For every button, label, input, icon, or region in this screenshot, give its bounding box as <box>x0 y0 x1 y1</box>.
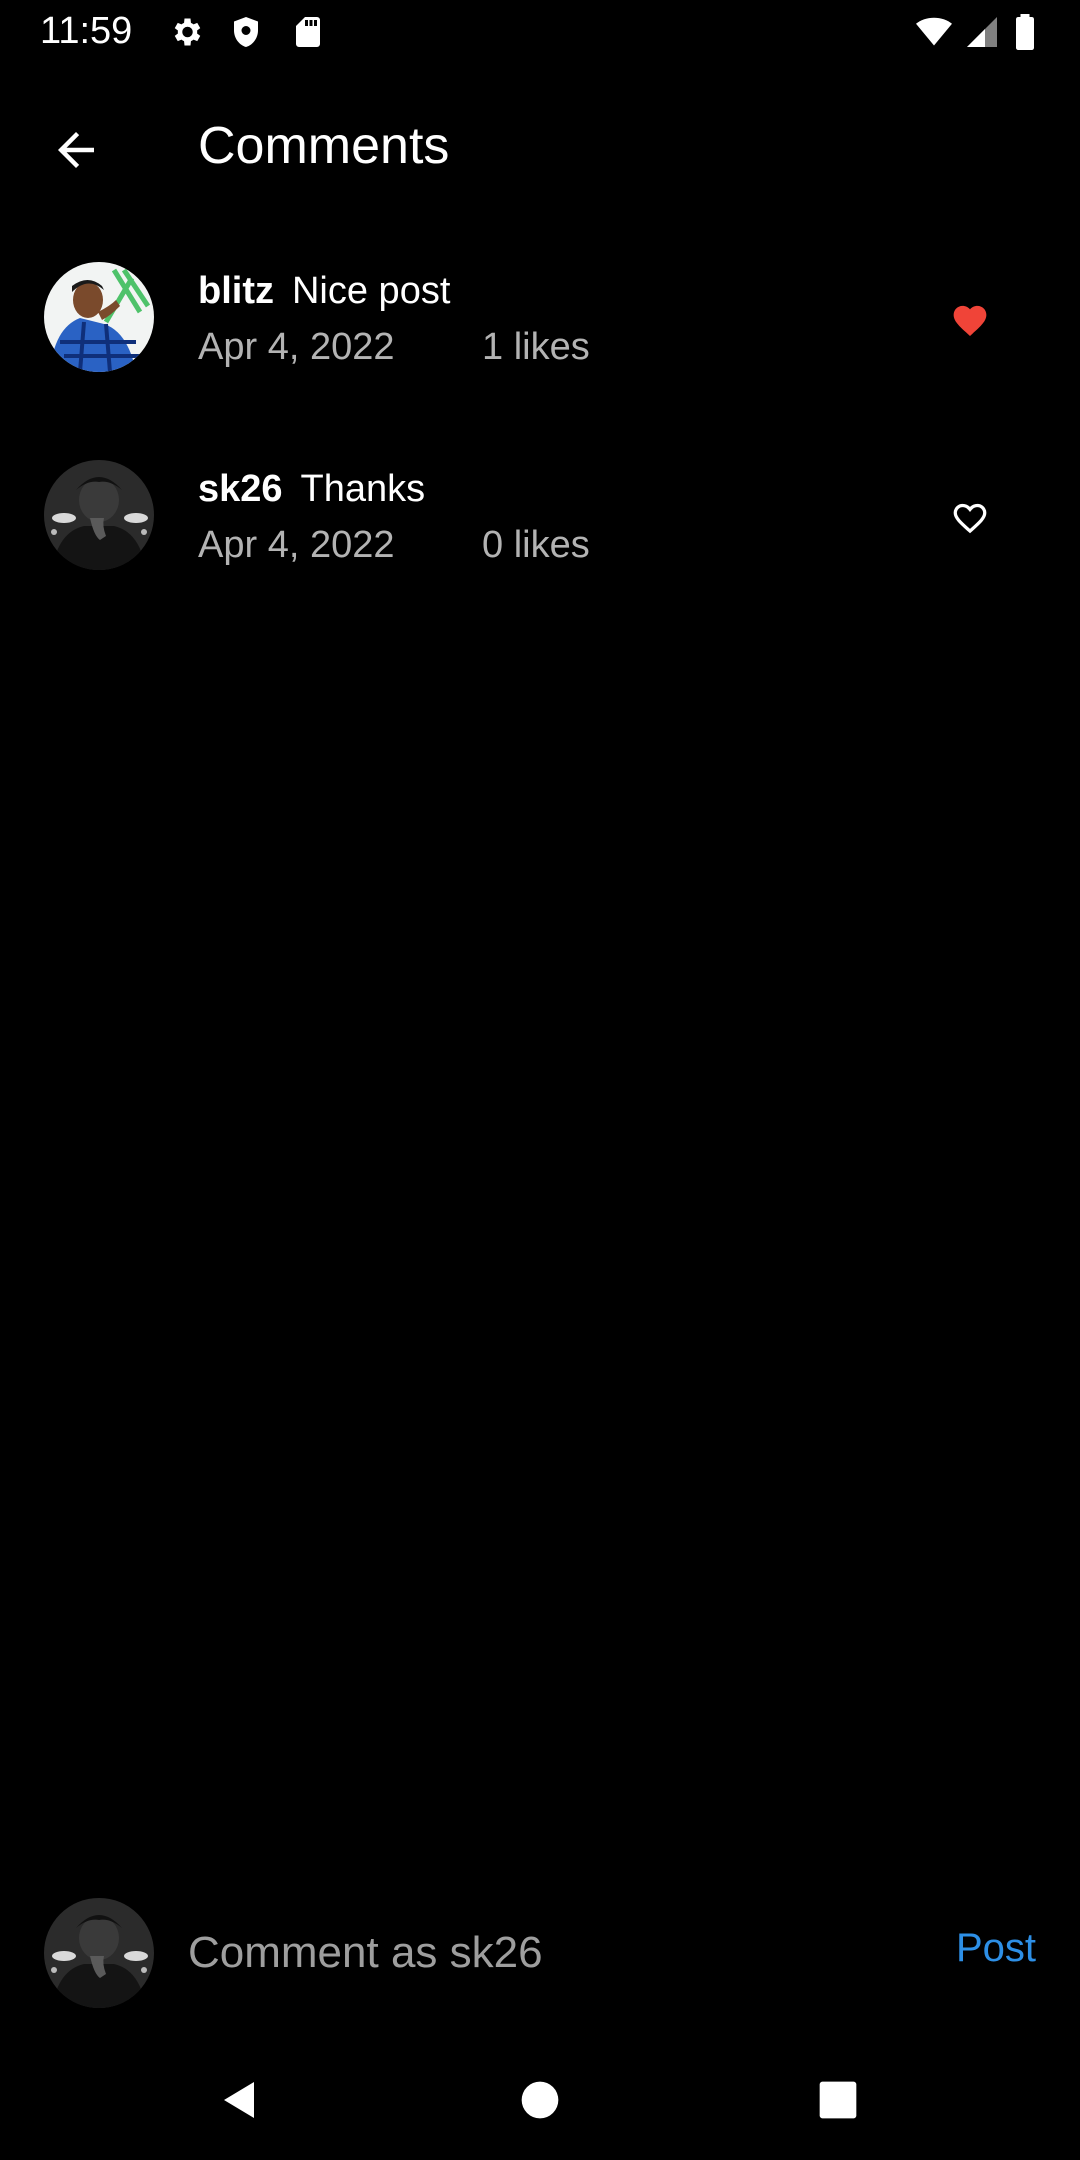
signal-icon <box>964 14 1000 50</box>
comment-text: Thanks <box>300 468 426 510</box>
comments-list: blitz Nice post Apr 4, 2022 1 likes sk26… <box>0 240 1080 636</box>
status-time: 11:59 <box>40 10 133 52</box>
shield-icon <box>228 14 264 50</box>
heart-filled-icon <box>953 305 987 337</box>
comment-item: blitz Nice post Apr 4, 2022 1 likes <box>0 240 1080 438</box>
comment-username[interactable]: blitz <box>198 270 274 312</box>
arrow-left-icon <box>58 132 94 168</box>
comment-username[interactable]: sk26 <box>198 468 283 510</box>
back-button[interactable] <box>40 114 112 186</box>
avatar[interactable] <box>44 262 154 372</box>
heart-outline-icon <box>953 503 987 534</box>
like-button[interactable] <box>942 492 998 542</box>
avatar[interactable] <box>44 460 154 570</box>
square-recents-icon <box>819 2081 857 2119</box>
status-bar: 11:59 <box>0 0 1080 66</box>
comment-likes-count[interactable]: 1 likes <box>482 326 590 368</box>
avatar <box>44 1898 154 2008</box>
navigation-bar <box>0 2040 1080 2160</box>
app-bar: Comments <box>0 66 1080 222</box>
comment-item: sk26 Thanks Apr 4, 2022 0 likes <box>0 438 1080 636</box>
page-title: Comments <box>198 117 450 175</box>
comment-date: Apr 4, 2022 <box>198 524 395 566</box>
comment-composer: Post <box>0 1890 1080 2014</box>
post-button[interactable]: Post <box>956 1926 1036 1971</box>
battery-icon <box>1014 14 1038 50</box>
wifi-icon <box>914 14 958 50</box>
gear-icon <box>168 14 204 50</box>
nav-back-button[interactable] <box>200 2060 280 2140</box>
nav-home-button[interactable] <box>500 2060 580 2140</box>
nav-recents-button[interactable] <box>798 2060 878 2140</box>
like-button[interactable] <box>942 294 998 344</box>
comment-text: Nice post <box>291 270 451 312</box>
triangle-back-icon <box>224 2082 254 2118</box>
comment-date: Apr 4, 2022 <box>198 326 395 368</box>
comment-input[interactable] <box>188 1918 908 1988</box>
sd-card-icon <box>290 14 326 50</box>
circle-home-icon <box>521 2081 559 2119</box>
comment-likes-count[interactable]: 0 likes <box>482 524 590 566</box>
